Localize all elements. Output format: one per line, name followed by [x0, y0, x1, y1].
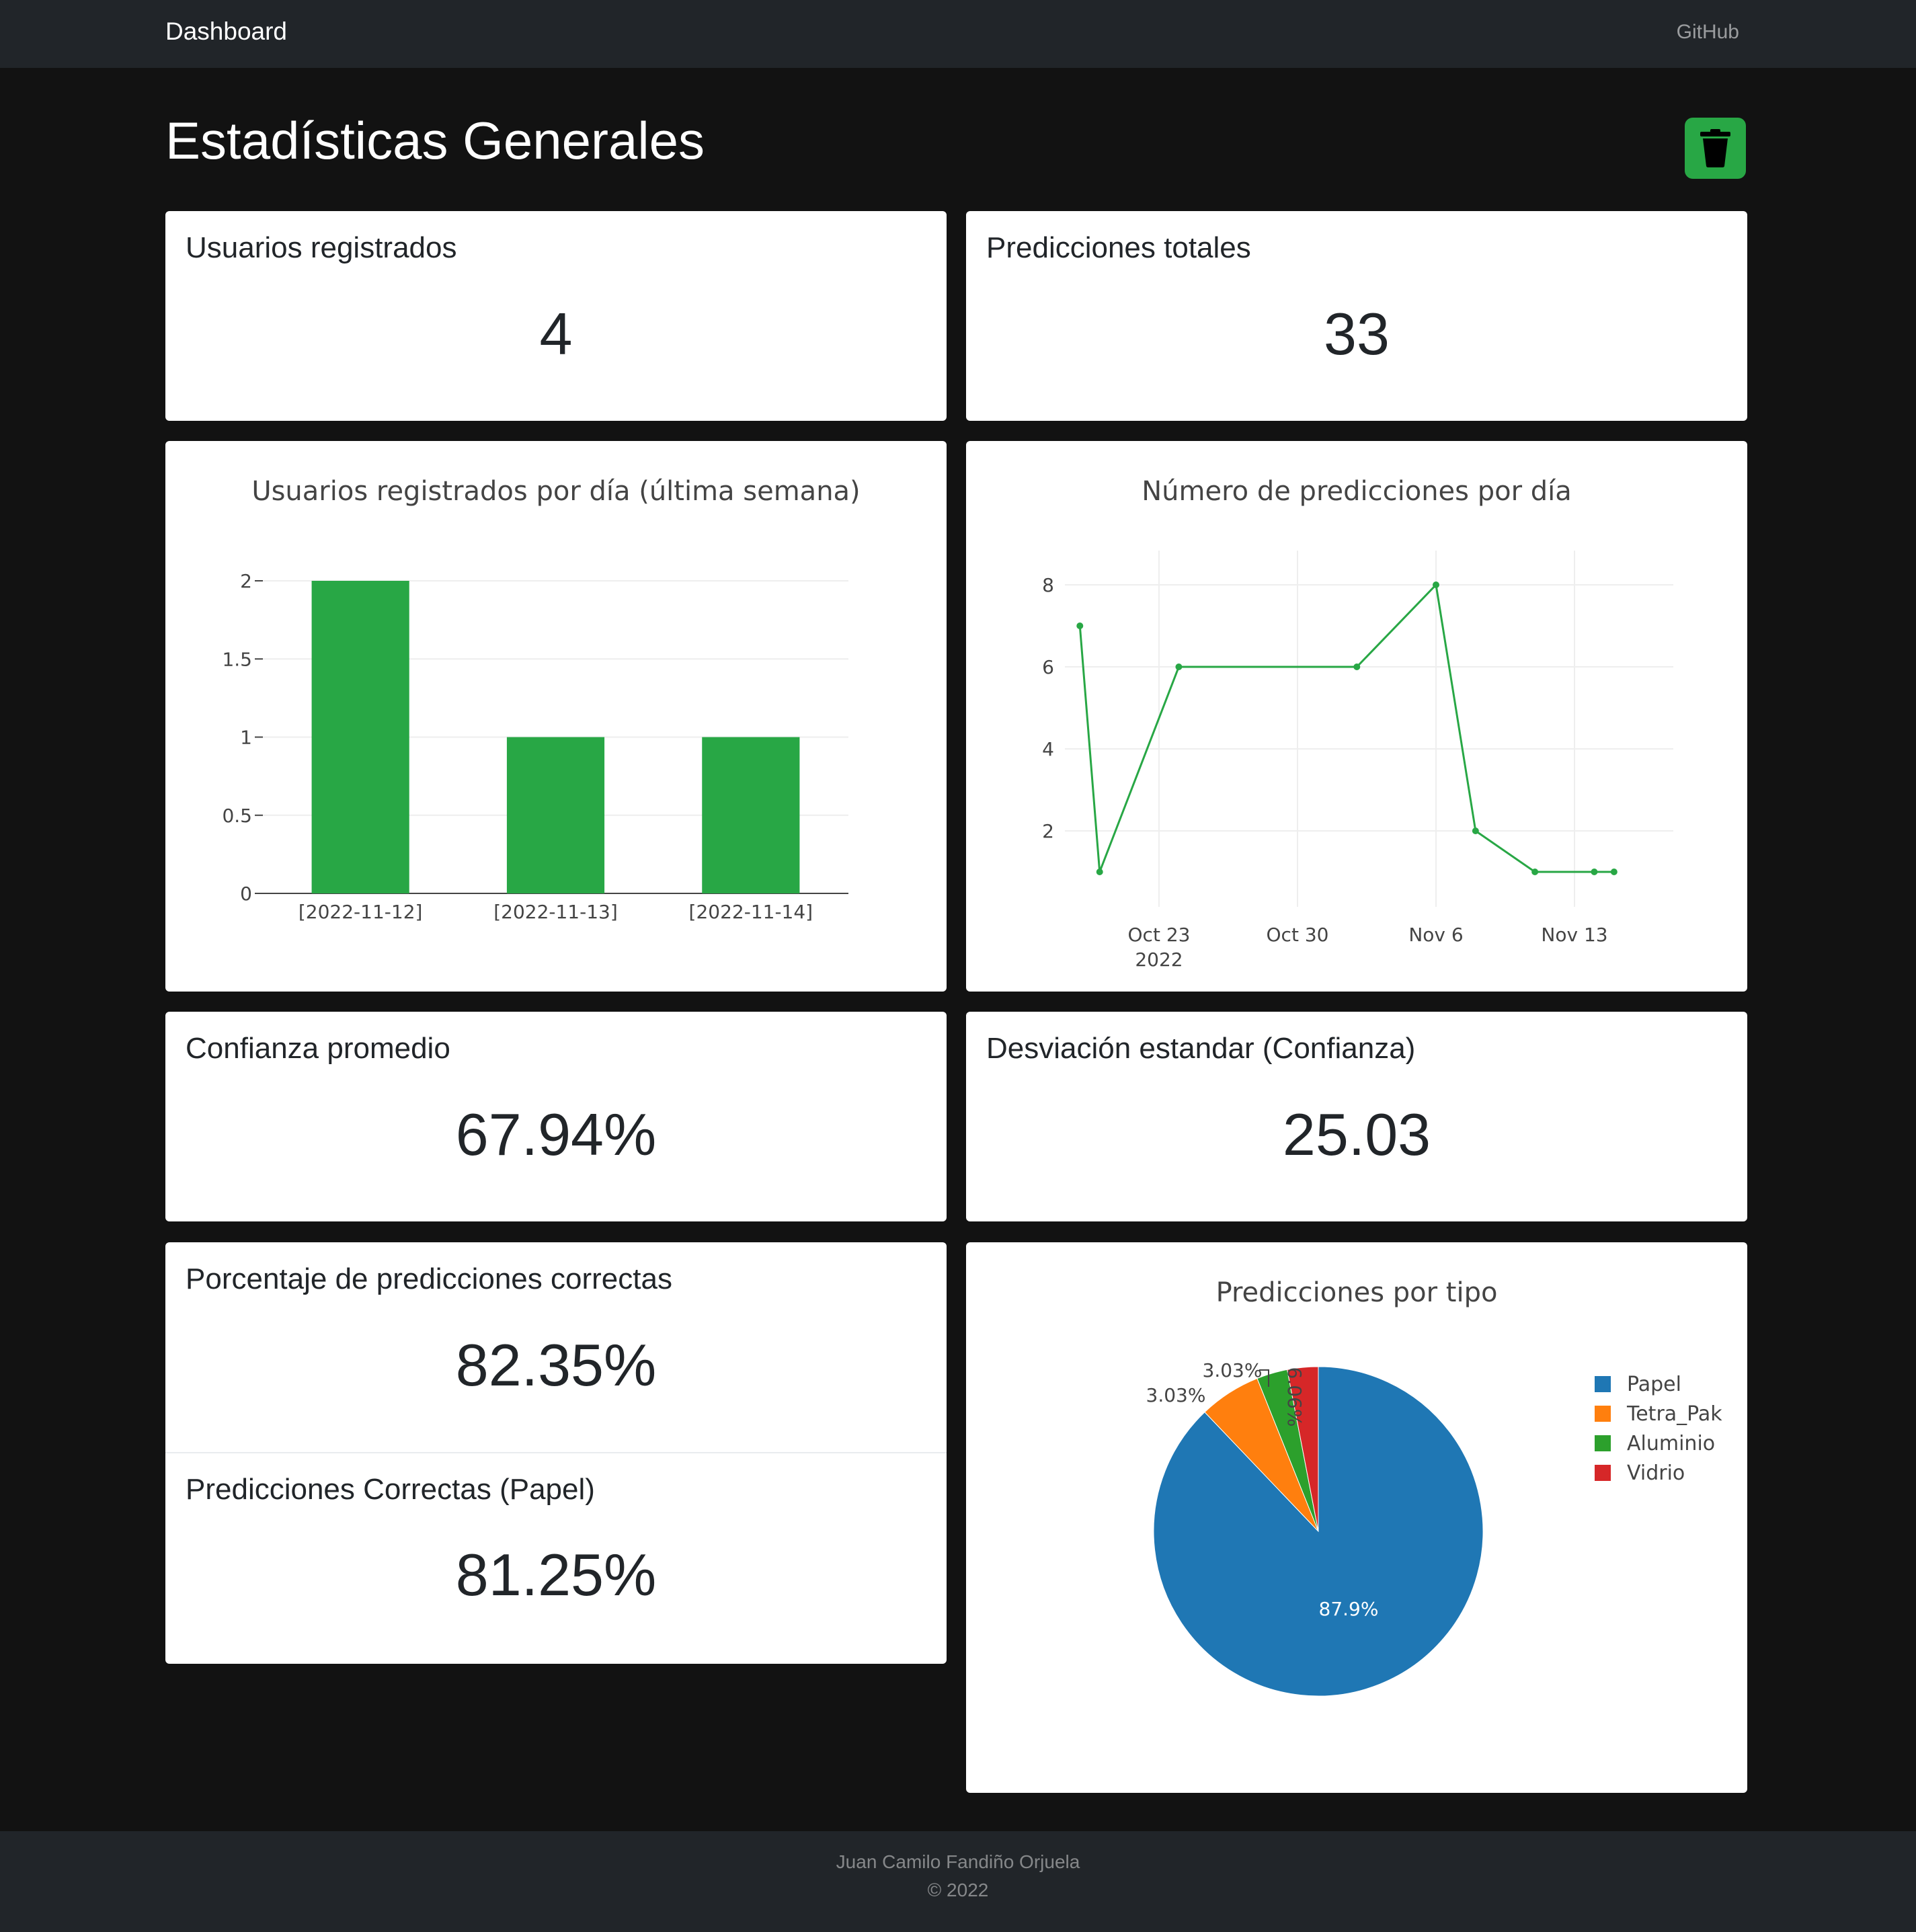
pie-chart: 87.9% 6.06% 3.03% 3.03% Papel Tetra_Pak Alumin…	[1146, 1359, 1722, 1697]
avg-confidence-card: Confianza promedio 67.94%	[165, 1012, 947, 1221]
footer-copyright: © 2022	[927, 1880, 989, 1900]
registered-users-value: 4	[539, 300, 573, 367]
x-tick-label: Nov 13	[1541, 924, 1607, 946]
footer-author: Juan Camilo Fandiño Orjuela	[836, 1851, 1080, 1872]
x-tick-label: Oct 23	[1128, 924, 1191, 946]
y-tick-label: 0	[240, 883, 252, 905]
x-tick-label: Oct 30	[1267, 924, 1329, 946]
y-tick-label: 1	[240, 727, 252, 749]
correct-paper-value: 81.25%	[455, 1541, 657, 1608]
legend-label: Aluminio	[1627, 1432, 1715, 1455]
y-tick-label: 6	[1042, 656, 1054, 678]
data-point	[1433, 581, 1439, 588]
legend-label: Vidrio	[1627, 1461, 1685, 1485]
slice-label: 3.03%	[1203, 1359, 1263, 1381]
x-tick-label: [2022-11-14]	[689, 901, 813, 923]
data-point	[1076, 622, 1084, 629]
users-per-day-chart-card: Usuarios registrados por día (última sem…	[165, 441, 947, 992]
avg-confidence-value: 67.94%	[455, 1101, 657, 1168]
correct-pct-label: Porcentaje de predicciones correctas	[186, 1262, 672, 1295]
std-confidence-value: 25.03	[1282, 1101, 1431, 1168]
correct-pct-value: 82.35%	[455, 1332, 657, 1398]
slice-label: 87.9%	[1319, 1598, 1379, 1620]
card-divider	[165, 1452, 947, 1453]
std-confidence-card: Desviación estandar (Confianza) 25.03	[966, 1012, 1747, 1221]
data-point	[1531, 869, 1539, 875]
y-tick-label: 1.5	[222, 648, 252, 670]
data-point	[1610, 869, 1618, 875]
trash-icon	[1700, 129, 1730, 167]
slice-label: 6.06%	[1283, 1367, 1306, 1427]
x-tick-label: Nov 6	[1408, 924, 1463, 946]
y-tick-label: 0.5	[222, 805, 252, 827]
data-point	[1096, 869, 1103, 875]
total-predictions-label: Predicciones totales	[986, 231, 1251, 264]
legend-swatch	[1595, 1376, 1611, 1392]
bar-chart: 0 0.5 1 1.5 2 [2022-11-12] [2022-11-13] [2022-1…	[222, 570, 848, 923]
total-predictions-value: 33	[1324, 300, 1390, 367]
delete-button[interactable]	[1685, 118, 1746, 179]
x-tick-label: [2022-11-13]	[493, 901, 618, 923]
x-tick-label: [2022-11-12]	[298, 901, 423, 923]
navbar-brand[interactable]: Dashboard	[165, 17, 287, 46]
y-tick-label: 8	[1042, 574, 1054, 596]
registered-users-label: Usuarios registrados	[186, 231, 457, 264]
data-point	[1472, 828, 1479, 834]
predictions-by-type-chart-card: Predicciones por tipo 87.9% 6.06% 3.03% 3.0…	[966, 1242, 1747, 1793]
page-title: Estadísticas Generales	[165, 111, 705, 170]
legend-label: Papel	[1627, 1373, 1681, 1396]
data-point	[1353, 663, 1361, 670]
slice-label: 3.03%	[1146, 1384, 1206, 1406]
legend-swatch	[1595, 1465, 1611, 1481]
avg-confidence-label: Confianza promedio	[186, 1032, 450, 1065]
correct-predictions-card: Porcentaje de predicciones correctas 82.…	[165, 1242, 947, 1664]
correct-paper-label: Predicciones Correctas (Papel)	[186, 1473, 595, 1506]
navbar: Dashboard GitHub	[0, 0, 1916, 68]
y-tick-label: 2	[1042, 820, 1054, 842]
predictions-per-day-chart-card: Número de predicciones por día 2 4 6 8 Oct 2…	[966, 441, 1747, 992]
x-tick-sublabel: 2022	[1135, 949, 1183, 971]
total-predictions-card: Predicciones totales 33	[966, 211, 1747, 421]
data-point	[1591, 869, 1598, 875]
footer: Juan Camilo Fandiño Orjuela © 2022	[0, 1831, 1916, 1932]
registered-users-card: Usuarios registrados 4	[165, 211, 947, 421]
data-point	[1175, 663, 1183, 670]
bar	[506, 737, 605, 893]
bar	[702, 737, 800, 893]
y-tick-label: 2	[240, 570, 252, 592]
std-confidence-label: Desviación estandar (Confianza)	[986, 1032, 1416, 1065]
bar	[311, 581, 409, 893]
legend-label: Tetra_Pak	[1626, 1402, 1722, 1426]
y-tick-label: 4	[1042, 738, 1054, 760]
line-chart: 2 4 6 8 Oct 23 Oct 30 Nov 6 Nov 13 2022	[1042, 551, 1673, 971]
github-link[interactable]: GitHub	[1677, 21, 1739, 44]
series-line	[1078, 582, 1614, 873]
legend-swatch	[1595, 1406, 1611, 1422]
legend-swatch	[1595, 1435, 1611, 1451]
